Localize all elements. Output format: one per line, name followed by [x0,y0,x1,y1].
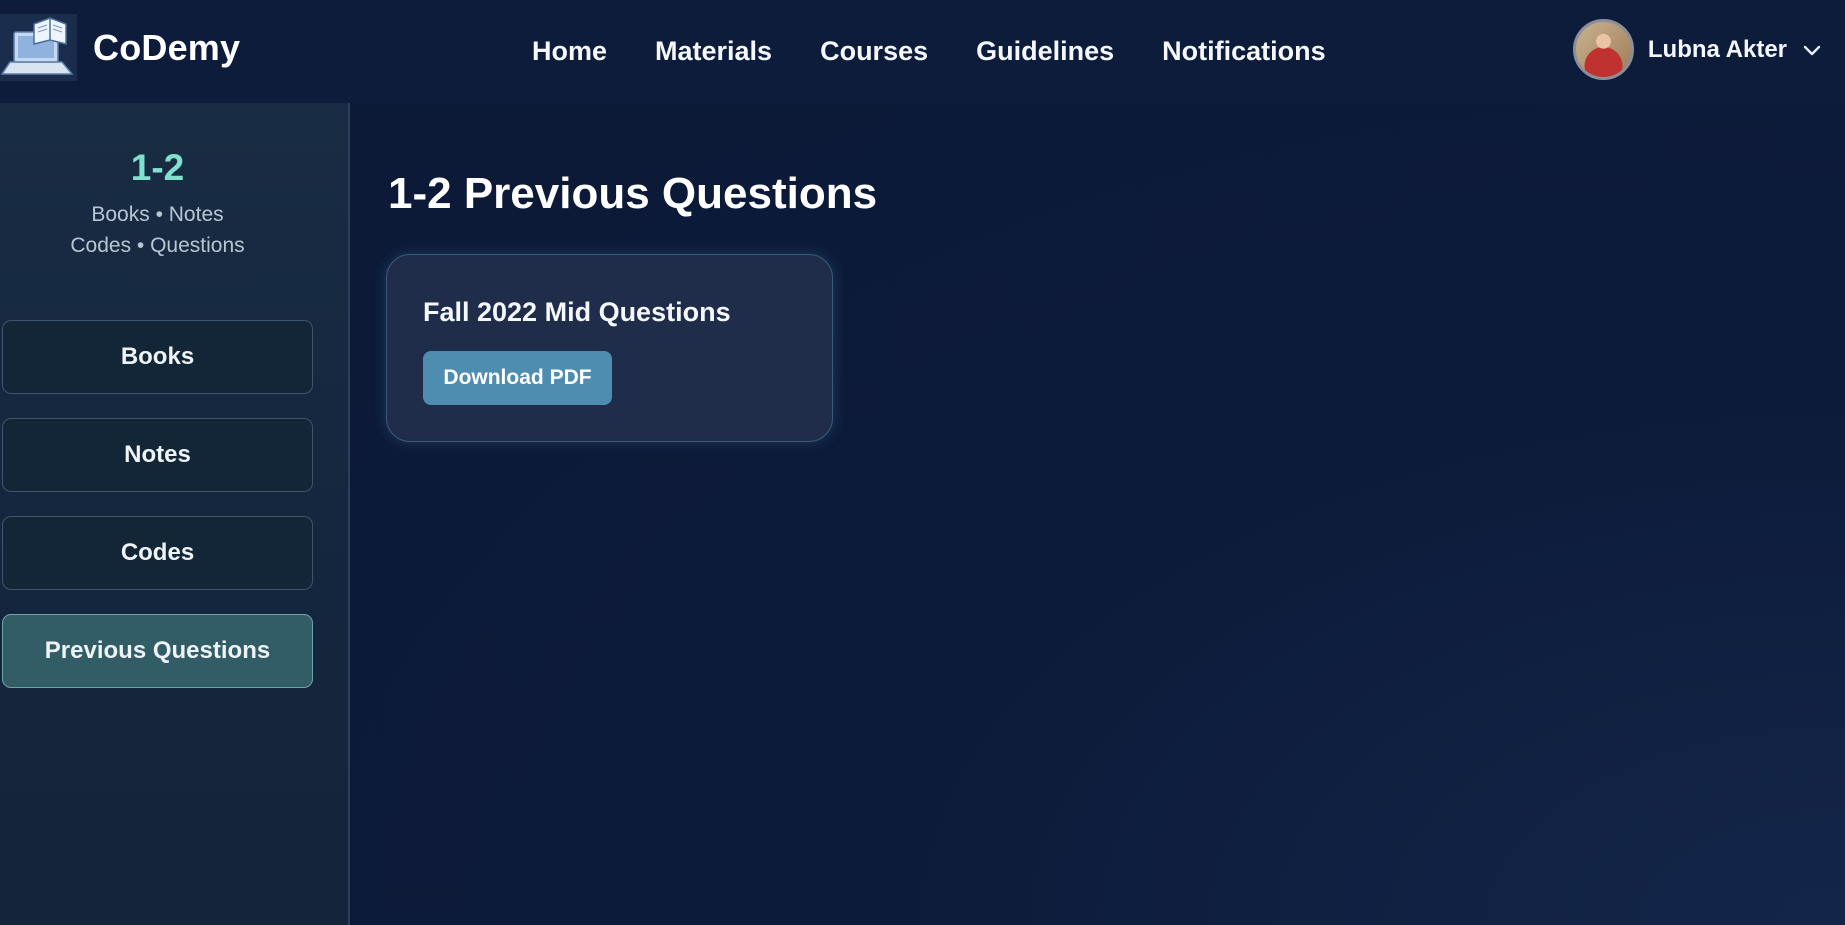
brand-name: CoDemy [93,26,241,68]
sidebar-title: 1-2 [130,147,185,188]
nav-courses[interactable]: Courses [820,36,928,67]
nav-guidelines[interactable]: Guidelines [976,36,1114,67]
sidebar-item-codes[interactable]: Codes [2,516,313,590]
main-nav: Home Materials Courses Guidelines Notifi… [532,0,1374,103]
main-content: 1-2 Previous Questions Fall 2022 Mid Que… [352,103,1845,925]
nav-home[interactable]: Home [532,36,607,67]
top-navbar: CoDemy Home Materials Courses Guidelines… [0,0,1845,103]
sidebar-item-notes[interactable]: Notes [2,418,313,492]
user-menu[interactable]: Lubna Akter [1572,19,1823,80]
sidebar: 1-2 Books • Notes Codes • Questions Book… [0,103,350,925]
sidebar-item-previous-questions[interactable]: Previous Questions [2,614,313,688]
sidebar-item-books[interactable]: Books [2,320,313,394]
avatar [1572,19,1634,80]
nav-materials[interactable]: Materials [655,36,772,67]
download-pdf-button[interactable]: Download PDF [423,351,612,405]
card-title: Fall 2022 Mid Questions [423,297,731,327]
brand[interactable]: CoDemy [0,14,240,81]
chevron-down-icon [1803,45,1821,55]
nav-notifications[interactable]: Notifications [1162,36,1326,67]
page-title: 1-2 Previous Questions [388,169,878,218]
laptop-book-logo-icon [0,14,77,81]
question-card: Fall 2022 Mid Questions Download PDF [386,254,833,442]
user-name: Lubna Akter [1647,35,1787,63]
sidebar-subtitle-line1: Books • Notes [91,203,224,226]
sidebar-subtitle-line2: Codes • Questions [70,234,245,257]
